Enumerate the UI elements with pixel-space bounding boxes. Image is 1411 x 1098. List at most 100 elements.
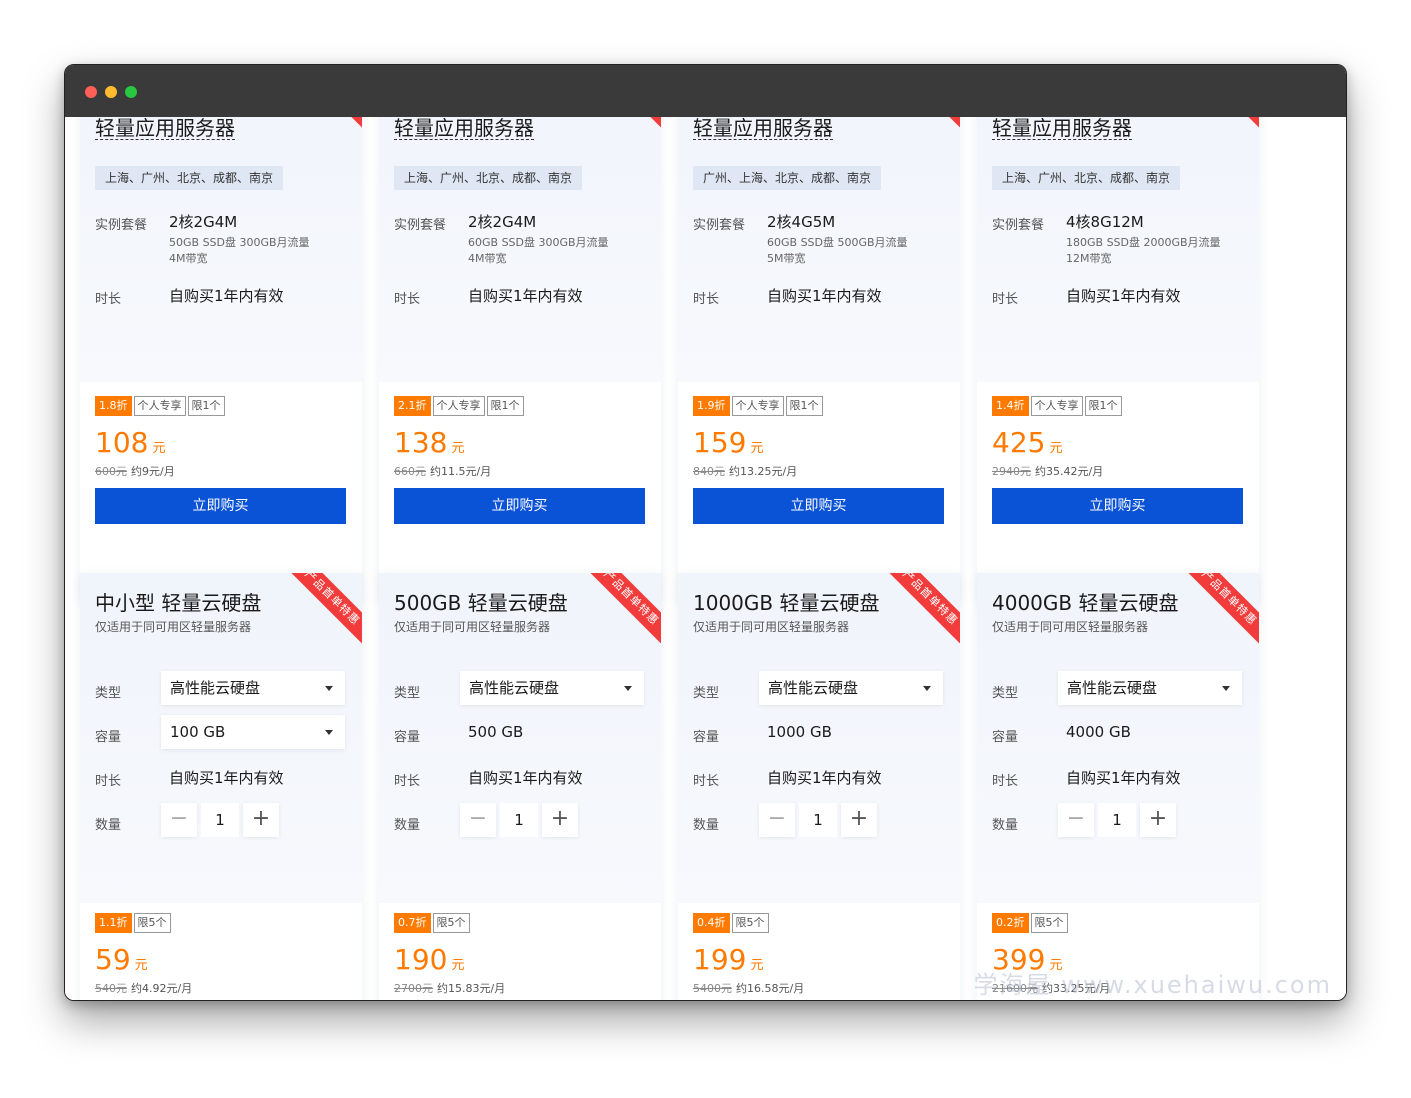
type-label: 类型: [394, 686, 421, 701]
limit-badge: 限5个: [133, 913, 171, 933]
product-title[interactable]: 轻量应用服务器: [394, 117, 534, 140]
quantity-value[interactable]: 1: [1098, 803, 1136, 837]
price-value: 108: [95, 426, 149, 459]
limit-badge: 限5个: [432, 913, 470, 933]
tag-row: 0.7折 限5个: [394, 913, 472, 933]
duration-value: 自购买1年内有效: [468, 287, 583, 305]
original-price: 2940元 约35.42元/月: [992, 463, 1103, 479]
server-card: 产品首单特惠轻量应用服务器上海、广州、北京、成都、南京实例套餐4核8G12M18…: [977, 117, 1259, 602]
product-title[interactable]: 轻量应用服务器: [693, 117, 833, 140]
tag-row: 1.8折 个人专享 限1个: [95, 396, 227, 416]
minus-button[interactable]: −: [1058, 803, 1094, 837]
instance-label: 实例套餐: [95, 218, 148, 233]
type-label: 类型: [693, 686, 720, 701]
original-price: 660元 约11.5元/月: [394, 463, 491, 479]
duration-value: 自购买1年内有效: [169, 769, 284, 787]
spec-detail-2: 5M带宽: [767, 252, 806, 265]
browser-window: 产品首单特惠轻量应用服务器上海、广州、北京、成都、南京实例套餐2核2G4M50G…: [64, 64, 1347, 1001]
personal-badge: 个人专享: [1030, 396, 1083, 416]
price-value: 159: [693, 426, 747, 459]
minus-button[interactable]: −: [161, 803, 197, 837]
discount-badge: 0.2折: [992, 913, 1029, 933]
disk-type-select[interactable]: 高性能云硬盘: [460, 671, 644, 705]
duration-value: 自购买1年内有效: [1066, 287, 1181, 305]
product-subtitle: 仅适用于同可用区轻量服务器: [992, 620, 1149, 634]
region-list: 上海、广州、北京、成都、南京: [992, 166, 1181, 190]
monthly-price: 约16.58元/月: [736, 982, 805, 995]
price: 108 元: [95, 426, 165, 459]
quantity-value[interactable]: 1: [799, 803, 837, 837]
disk-type-select[interactable]: 高性能云硬盘: [161, 671, 345, 705]
discount-badge: 2.1折: [394, 396, 431, 416]
product-title[interactable]: 轻量应用服务器: [992, 117, 1132, 140]
duration-label: 时长: [394, 774, 421, 789]
maximize-dot-icon[interactable]: [125, 86, 137, 98]
tag-row: 1.4折 个人专享 限1个: [992, 396, 1124, 416]
plus-button[interactable]: +: [1140, 803, 1176, 837]
spec-detail-1: 60GB SSD盘 500GB月流量: [767, 236, 908, 249]
product-subtitle: 仅适用于同可用区轻量服务器: [95, 620, 252, 634]
minus-button[interactable]: −: [759, 803, 795, 837]
discount-badge: 1.9折: [693, 396, 730, 416]
buy-now-button[interactable]: 立即购买: [693, 488, 944, 524]
chevron-down-icon: [1222, 686, 1230, 691]
price: 159 元: [693, 426, 763, 459]
product-title[interactable]: 轻量应用服务器: [95, 117, 235, 140]
duration-label: 时长: [693, 292, 720, 307]
product-subtitle: 仅适用于同可用区轻量服务器: [394, 620, 551, 634]
buy-now-button[interactable]: 立即购买: [95, 488, 346, 524]
instance-label: 实例套餐: [394, 218, 447, 233]
personal-badge: 个人专享: [731, 396, 784, 416]
price-unit: 元: [451, 958, 465, 973]
quantity-stepper[interactable]: −1 +: [759, 803, 877, 837]
price-unit: 元: [1049, 441, 1063, 456]
close-dot-icon[interactable]: [85, 86, 97, 98]
plus-button[interactable]: +: [243, 803, 279, 837]
plus-button[interactable]: +: [841, 803, 877, 837]
original-price: 840元 约13.25元/月: [693, 463, 797, 479]
minimize-dot-icon[interactable]: [105, 86, 117, 98]
disk-type-select[interactable]: 高性能云硬盘: [759, 671, 943, 705]
discount-badge: 0.7折: [394, 913, 431, 933]
disk-card: 产品首单特惠 4000GB 轻量云硬盘 仅适用于同可用区轻量服务器 类型 高性能云硬盘容…: [977, 573, 1259, 1000]
limit-badge: 限1个: [486, 396, 524, 416]
product-title: 1000GB 轻量云硬盘: [693, 591, 880, 615]
chevron-down-icon: [624, 686, 632, 691]
spec-detail-2: 4M带宽: [468, 252, 507, 265]
price-value: 138: [394, 426, 448, 459]
chevron-down-icon: [923, 686, 931, 691]
disk-type-select[interactable]: 高性能云硬盘: [1058, 671, 1242, 705]
minus-button[interactable]: −: [460, 803, 496, 837]
monthly-price: 约4.92元/月: [131, 982, 193, 995]
spec-detail-2: 12M带宽: [1066, 252, 1112, 265]
plus-button[interactable]: +: [542, 803, 578, 837]
capacity-value: 100 GB: [170, 723, 226, 741]
monthly-price: 约35.42元/月: [1035, 465, 1104, 478]
disk-type-value: 高性能云硬盘: [1067, 679, 1158, 697]
discount-badge: 1.1折: [95, 913, 132, 933]
personal-badge: 个人专享: [133, 396, 186, 416]
original-price-value: 600元: [95, 465, 127, 478]
tag-row: 0.4折 限5个: [693, 913, 771, 933]
quantity-stepper[interactable]: −1 +: [1058, 803, 1176, 837]
duration-value: 自购买1年内有效: [767, 287, 882, 305]
price-unit: 元: [134, 958, 148, 973]
buy-now-button[interactable]: 立即购买: [394, 488, 645, 524]
original-price-value: 540元: [95, 982, 127, 995]
capacity-label: 容量: [95, 730, 122, 745]
tag-row: 1.1折 限5个: [95, 913, 173, 933]
quantity-stepper[interactable]: −1 +: [460, 803, 578, 837]
original-price: 2700元 约15.83元/月: [394, 980, 505, 996]
capacity-select[interactable]: 100 GB: [161, 715, 345, 749]
quantity-value[interactable]: 1: [500, 803, 538, 837]
capacity-value: 4000 GB: [1066, 723, 1131, 741]
limit-badge: 限1个: [785, 396, 823, 416]
tag-row: 2.1折 个人专享 限1个: [394, 396, 526, 416]
original-price-value: 660元: [394, 465, 426, 478]
title-bar: [65, 65, 1346, 117]
original-price: 600元 约9元/月: [95, 463, 175, 479]
quantity-value[interactable]: 1: [201, 803, 239, 837]
quantity-stepper[interactable]: −1 +: [161, 803, 279, 837]
buy-now-button[interactable]: 立即购买: [992, 488, 1243, 524]
capacity-label: 容量: [992, 730, 1019, 745]
